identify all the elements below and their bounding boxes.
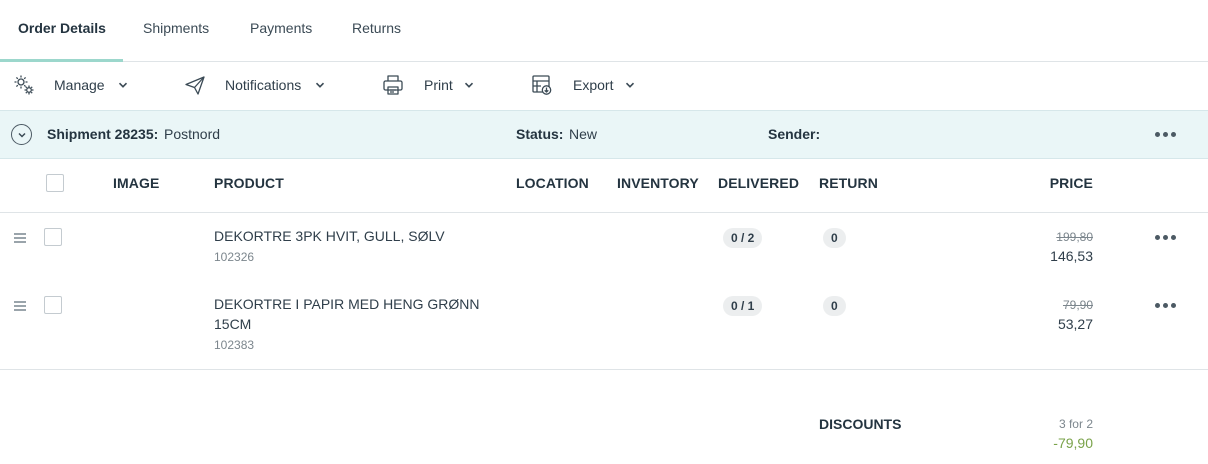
return-badge: 0 xyxy=(823,296,846,316)
chevron-down-icon xyxy=(316,82,325,88)
return-badge: 0 xyxy=(823,228,846,248)
delivered-badge: 0 / 2 xyxy=(723,228,763,248)
column-price: PRICE xyxy=(1049,175,1093,191)
section-divider xyxy=(0,369,1208,370)
notifications-label: Notifications xyxy=(225,77,302,93)
collapse-shipment-button[interactable] xyxy=(11,124,32,145)
toolbar: Manage Notifications Print Export xyxy=(0,62,1208,110)
tab-returns[interactable]: Returns xyxy=(352,0,401,62)
column-location: LOCATION xyxy=(516,175,589,191)
column-inventory: INVENTORY xyxy=(617,175,699,191)
chevron-down-icon xyxy=(118,82,127,88)
column-return: RETURN xyxy=(819,175,878,191)
notifications-menu[interactable]: Notifications xyxy=(183,62,325,108)
column-image: IMAGE xyxy=(113,175,160,191)
discount-name: 3 for 2 xyxy=(1058,417,1093,431)
shipment-carrier: Postnord xyxy=(164,126,221,142)
drag-handle-icon[interactable] xyxy=(14,301,26,313)
row-checkbox[interactable] xyxy=(44,296,62,314)
paper-plane-icon xyxy=(185,76,205,95)
manage-menu[interactable]: Manage xyxy=(12,62,128,108)
product-sku: 102326 xyxy=(214,250,255,264)
original-price: 79,90 xyxy=(1062,298,1093,312)
chevron-down-icon xyxy=(626,82,635,88)
line-price: 53,27 xyxy=(1057,316,1093,332)
original-price: 199,80 xyxy=(1056,230,1093,244)
column-delivered: DELIVERED xyxy=(718,175,800,191)
print-label: Print xyxy=(424,77,453,93)
sender-label: Sender: xyxy=(768,126,821,142)
export-icon xyxy=(532,75,552,95)
gears-icon xyxy=(14,75,34,95)
order-tabs: Order Details Shipments Payments Returns xyxy=(0,0,1208,62)
table-row: DEKORTRE I PAPIR MED HENG GRØNN 15CM 102… xyxy=(0,281,1208,369)
column-product: PRODUCT xyxy=(214,175,284,191)
table-header: IMAGE PRODUCT LOCATION INVENTORY DELIVER… xyxy=(0,159,1208,213)
tab-shipments[interactable]: Shipments xyxy=(143,0,209,62)
row-more-button[interactable] xyxy=(1155,303,1176,308)
select-all-checkbox[interactable] xyxy=(46,174,64,192)
product-name[interactable]: DEKORTRE 3PK HVIT, GULL, SØLV xyxy=(214,226,445,246)
row-checkbox[interactable] xyxy=(44,228,62,246)
product-sku: 102383 xyxy=(214,338,255,352)
tab-order-details[interactable]: Order Details xyxy=(18,0,106,62)
export-label: Export xyxy=(573,77,614,93)
manage-label: Manage xyxy=(54,77,105,93)
shipment-title: Shipment 28235: xyxy=(47,126,159,142)
chevron-down-icon xyxy=(464,82,473,88)
printer-icon xyxy=(383,75,403,95)
line-price: 146,53 xyxy=(1050,248,1093,264)
product-name[interactable]: DEKORTRE I PAPIR MED HENG GRØNN 15CM xyxy=(214,294,484,334)
status-label: Status: xyxy=(516,126,564,142)
shipment-header: Shipment 28235: Postnord Status: New Sen… xyxy=(0,110,1208,159)
drag-handle-icon[interactable] xyxy=(14,233,26,245)
delivered-badge: 0 / 1 xyxy=(723,296,763,316)
tab-payments[interactable]: Payments xyxy=(250,0,312,62)
shipment-more-button[interactable] xyxy=(1155,132,1176,137)
discounts-label: DISCOUNTS xyxy=(819,416,902,432)
chevron-down-icon xyxy=(17,132,26,138)
export-menu[interactable]: Export xyxy=(530,62,635,108)
row-more-button[interactable] xyxy=(1155,235,1176,240)
discount-value: -79,90 xyxy=(1053,435,1093,451)
print-menu[interactable]: Print xyxy=(381,62,474,108)
status-value: New xyxy=(569,126,598,142)
table-row: DEKORTRE 3PK HVIT, GULL, SØLV 102326 0 /… xyxy=(0,213,1208,281)
